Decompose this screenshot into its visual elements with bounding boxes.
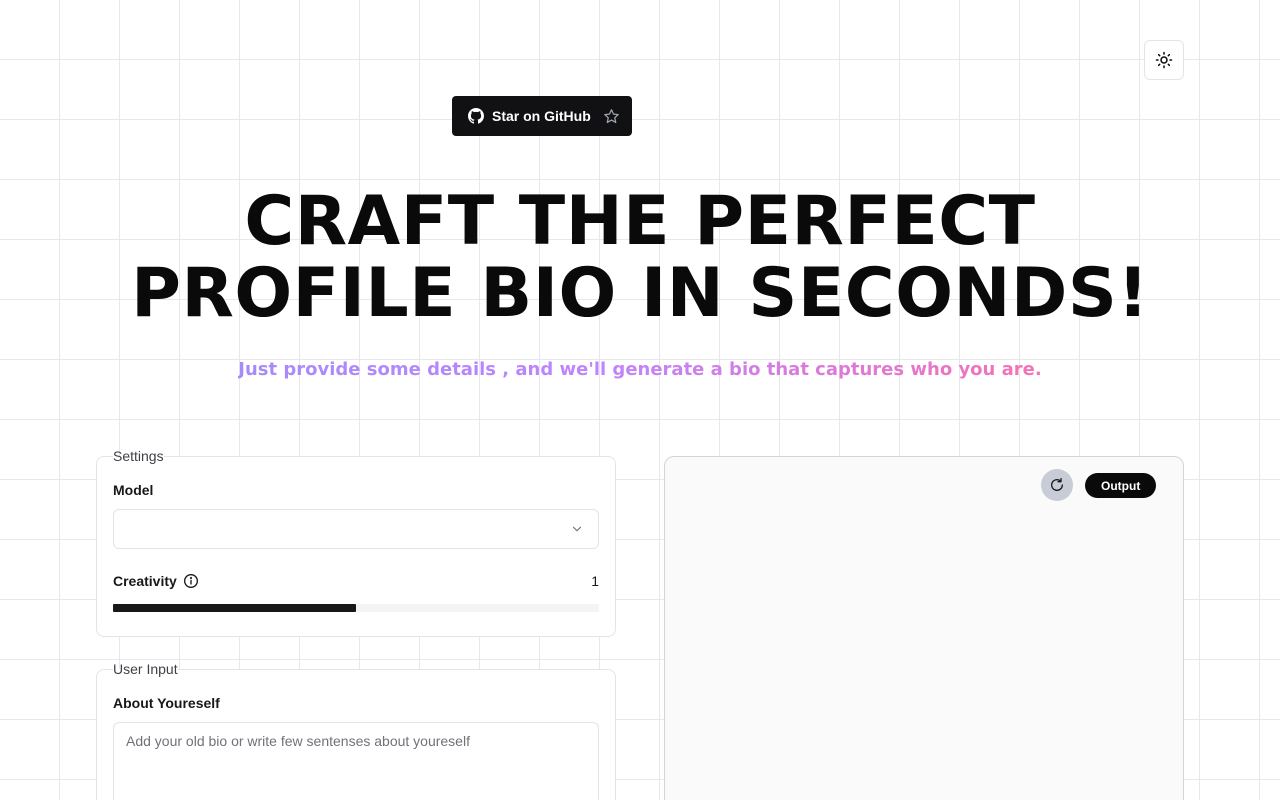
chevron-down-icon [570, 522, 584, 536]
about-yourself-textarea[interactable] [113, 722, 599, 800]
hero-title-line-2: PROFILE BIO IN SECONDS! [131, 254, 1149, 333]
user-input-legend: User Input [113, 661, 178, 677]
output-panel: Output [664, 456, 1184, 800]
about-yourself-label: About Youreself [113, 695, 220, 711]
star-on-github-button[interactable]: Star on GitHub [452, 96, 632, 136]
info-icon[interactable] [183, 573, 199, 589]
github-icon [468, 108, 484, 124]
creativity-value: 1 [591, 573, 599, 589]
star-icon [603, 108, 620, 125]
settings-legend: Settings [113, 448, 164, 464]
github-button-label: Star on GitHub [492, 108, 591, 124]
sun-icon [1155, 51, 1173, 69]
refresh-button[interactable] [1041, 469, 1073, 501]
creativity-label: Creativity [113, 573, 177, 589]
output-badge: Output [1085, 473, 1157, 498]
creativity-slider[interactable] [113, 604, 599, 612]
user-input-panel: User Input About Youreself [96, 661, 616, 800]
hero-subtitle-text: Just provide some details , and we'll ge… [238, 359, 1042, 380]
model-label: Model [113, 482, 154, 498]
hero-title: CRAFT THE PERFECT PROFILE BIO IN SECONDS… [0, 186, 1280, 330]
hero-subtitle: Just provide some details , and we'll ge… [0, 358, 1280, 382]
theme-toggle-button[interactable] [1144, 40, 1184, 80]
model-select[interactable] [113, 509, 599, 549]
settings-panel: Settings Model Creativity 1 [96, 448, 616, 637]
creativity-row: Creativity 1 [113, 573, 599, 589]
hero-title-line-1: CRAFT THE PERFECT [244, 182, 1036, 261]
creativity-slider-fill [113, 604, 356, 612]
refresh-icon [1049, 477, 1065, 493]
